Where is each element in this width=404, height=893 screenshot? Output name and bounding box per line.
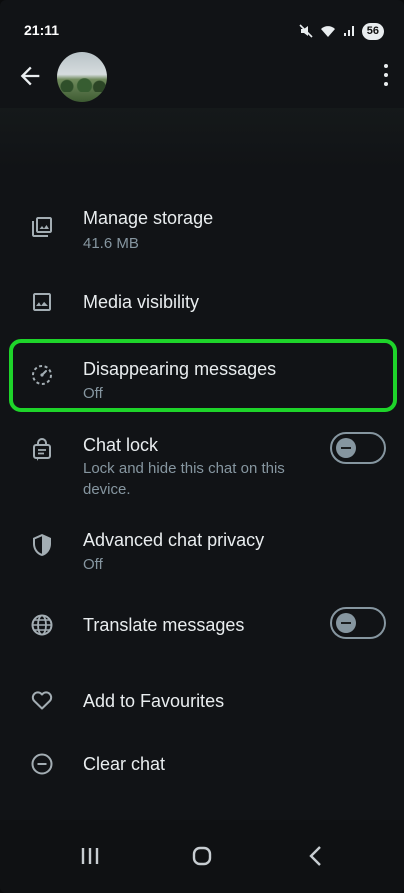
nav-back-icon[interactable] (298, 838, 334, 874)
highlight-outline (9, 339, 397, 412)
chat-lock-title: Chat lock (83, 435, 159, 455)
clear-chat-title: Clear chat (83, 754, 166, 774)
back-arrow-icon[interactable] (16, 62, 44, 90)
heart-icon (31, 691, 53, 710)
system-nav-bar (0, 820, 404, 893)
translate-messages-toggle[interactable] (330, 607, 386, 639)
wifi-icon (320, 26, 335, 37)
folder-storage-icon (32, 217, 52, 237)
status-icons: 56 (299, 21, 384, 41)
manage-storage-row[interactable]: Manage storage 41.6 MB (0, 203, 404, 263)
avatar-image (57, 78, 107, 92)
recent-apps-icon[interactable] (72, 838, 108, 874)
battery-badge: 56 (361, 22, 384, 40)
chat-lock-toggle[interactable] (330, 432, 386, 464)
shield-icon (33, 534, 51, 556)
minus-circle-icon (31, 753, 53, 775)
toggle-knob (336, 438, 356, 458)
manage-storage-size: 41.6 MB (83, 235, 139, 252)
mute-icon (299, 24, 313, 38)
media-visibility-title: Media visibility (83, 292, 200, 312)
globe-icon (31, 614, 53, 636)
translate-messages-row[interactable]: Translate messages (0, 606, 404, 646)
advanced-chat-privacy-status: Off (83, 556, 103, 573)
image-icon (33, 293, 51, 311)
header-backdrop (0, 108, 404, 168)
manage-storage-title: Manage storage (83, 208, 214, 228)
add-to-favourites-row[interactable]: Add to Favourites (0, 683, 404, 723)
advanced-chat-privacy-row[interactable]: Advanced chat privacy Off (0, 525, 404, 577)
add-to-favourites-title: Add to Favourites (83, 691, 225, 711)
chat-lock-icon (33, 438, 51, 461)
advanced-chat-privacy-title: Advanced chat privacy (83, 530, 265, 550)
signal-icon (343, 26, 354, 36)
toggle-knob (336, 613, 356, 633)
contact-avatar[interactable] (57, 52, 107, 102)
chat-lock-row[interactable]: Chat lock Lock and hide this chat on thi… (0, 430, 404, 504)
home-icon[interactable] (184, 838, 220, 874)
clear-chat-row[interactable]: Clear chat (0, 746, 404, 786)
translate-messages-title: Translate messages (83, 615, 245, 635)
more-options-icon[interactable] (382, 64, 390, 86)
phone-screen: 21:11 56 Manage storage 41.6 MB Media vi… (0, 0, 404, 893)
status-bar: 21:11 56 (0, 0, 404, 58)
status-time: 21:11 (24, 22, 60, 38)
chat-lock-description: Lock and hide this chat on this device. (83, 460, 285, 498)
media-visibility-row[interactable]: Media visibility (0, 285, 404, 325)
